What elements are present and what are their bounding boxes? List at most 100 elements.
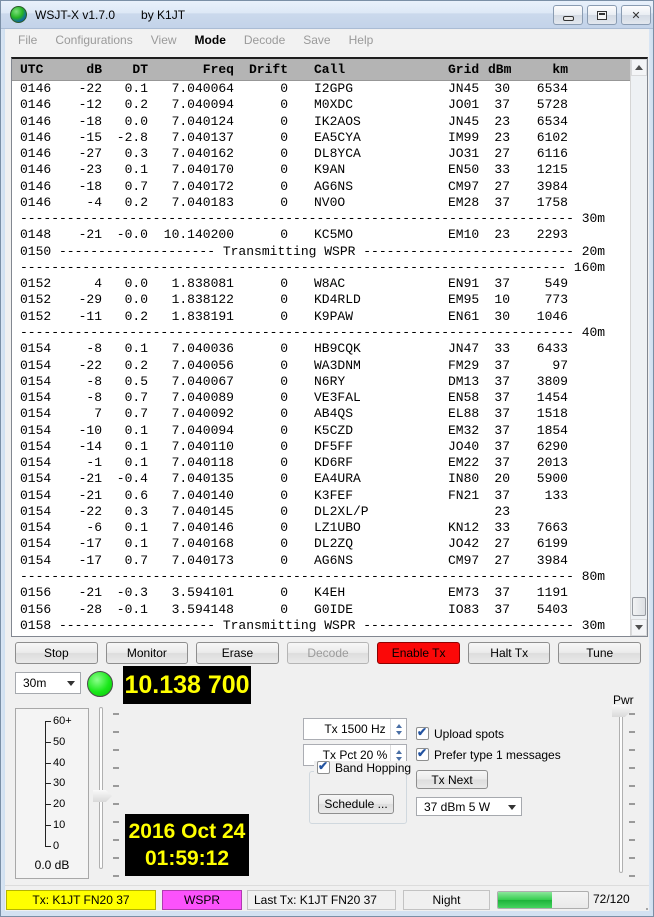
decode-row[interactable]: 0154-140.17.0401100DF5FFJO40376290: [12, 439, 647, 455]
vertical-scrollbar[interactable]: [630, 59, 647, 636]
app-icon: [10, 6, 27, 23]
decode-row[interactable]: 0146-270.37.0401620DL8YCAJO31276116: [12, 146, 647, 162]
meter-scale-label: 0: [53, 841, 59, 852]
window-title: WSJT-X v1.7.0 by K1JT: [35, 8, 185, 22]
scroll-up-button[interactable]: [631, 59, 647, 76]
band-select[interactable]: 30m: [15, 672, 81, 694]
decode-row[interactable]: 0148-21-0.010.1402000KC5MOEM10232293: [12, 227, 647, 243]
pwr-slider[interactable]: [619, 709, 623, 873]
halt-tx-button[interactable]: Halt Tx: [468, 642, 551, 664]
decode-row[interactable]: 0154-80.17.0400360HB9CQKJN47336433: [12, 341, 647, 357]
slider-tick: [629, 731, 635, 733]
menu-decode[interactable]: Decode: [235, 31, 294, 49]
slider-tick: [113, 839, 119, 841]
enable-tx-button[interactable]: Enable Tx: [377, 642, 460, 664]
separator-row[interactable]: ----------------------------------------…: [12, 325, 647, 341]
column-header-km: km: [514, 59, 578, 80]
decode-row[interactable]: 015470.77.0400920AB4QSEL88371518: [12, 406, 647, 422]
slider-tick: [629, 785, 635, 787]
arrow-up-icon: [635, 65, 643, 70]
slider-tick: [629, 839, 635, 841]
column-header-db: dB: [68, 59, 112, 80]
decode-row[interactable]: 0154-60.17.0401460LZ1UBOKN12337663: [12, 520, 647, 536]
decode-row[interactable]: 0146-230.17.0401700K9ANEN50331215: [12, 162, 647, 178]
tx-next-button[interactable]: Tx Next: [416, 770, 488, 789]
status-tx-message: Tx: K1JT FN20 37: [6, 890, 156, 910]
slider-tick: [113, 875, 119, 877]
decode-row[interactable]: 0154-10.17.0401180KD6RFEM22372013: [12, 455, 647, 471]
upload-spots-checkbox[interactable]: ✔Upload spots: [416, 727, 504, 741]
frequency-display: 10.138 700: [123, 666, 251, 704]
decode-button[interactable]: Decode: [287, 642, 370, 664]
window-border-right: [649, 29, 653, 917]
erase-button[interactable]: Erase: [196, 642, 279, 664]
separator-row[interactable]: ----------------------------------------…: [12, 211, 647, 227]
tune-button[interactable]: Tune: [558, 642, 641, 664]
separator-row[interactable]: ----------------------------------------…: [12, 569, 647, 585]
window-title-main: WSJT-X v1.7.0: [35, 8, 115, 22]
menu-view[interactable]: View: [142, 31, 186, 49]
menu-mode[interactable]: Mode: [186, 31, 235, 49]
chevron-down-icon: [67, 681, 75, 686]
menu-configurations[interactable]: Configurations: [46, 31, 141, 49]
tx-freq-spin-buttons[interactable]: [390, 719, 406, 739]
menu-save[interactable]: Save: [294, 31, 339, 49]
close-icon: ✕: [631, 9, 640, 22]
clock-display: 2016 Oct 24 01:59:12: [125, 814, 249, 876]
decode-row[interactable]: 0154-220.37.0401450DL2XL/P23: [12, 504, 647, 520]
decode-row[interactable]: 0154-220.27.0400560WA3DNMFM293797: [12, 358, 647, 374]
maximize-icon: [597, 11, 607, 20]
decode-row[interactable]: 0146-15-2.87.0401370EA5CYAIM99236102: [12, 130, 647, 146]
meter-tick: [45, 763, 51, 764]
status-last-tx: Last Tx: K1JT FN20 37: [247, 890, 396, 910]
slider-tick: [629, 857, 635, 859]
decode-row[interactable]: 0156-28-0.13.5941480G0IDEIO83375403: [12, 602, 647, 618]
decode-row[interactable]: 0146-180.07.0401240IK2AOSJN45236534: [12, 114, 647, 130]
tx-freq-spinner[interactable]: Tx 1500 Hz: [303, 718, 407, 740]
decode-row[interactable]: 0152-110.21.8381910K9PAWEN61301046: [12, 309, 647, 325]
separator-row[interactable]: ----------------------------------------…: [12, 260, 647, 276]
slider-tick: [113, 803, 119, 805]
column-header-dt: DT: [112, 59, 160, 80]
close-button[interactable]: ✕: [621, 5, 651, 25]
decode-row[interactable]: 0152-290.01.8381220KD4RLDEM9510773: [12, 292, 647, 308]
decode-row[interactable]: 0146-120.27.0400940M0XDCJO01375728: [12, 97, 647, 113]
menu-help[interactable]: Help: [340, 31, 383, 49]
separator-row[interactable]: 0150 -------------------- Transmitting W…: [12, 244, 647, 260]
separator-row[interactable]: 0158 -------------------- Transmitting W…: [12, 618, 647, 634]
band-hopping-checkbox[interactable]: ✔ Band Hopping: [314, 761, 414, 775]
maximize-button[interactable]: [587, 5, 617, 25]
decode-row[interactable]: 015240.01.8380810W8ACEN9137549: [12, 276, 647, 292]
monitor-button[interactable]: Monitor: [106, 642, 189, 664]
scrollbar-thumb[interactable]: [632, 597, 646, 616]
decode-row[interactable]: 0146-220.17.0400640I2GPGJN45306534: [12, 81, 647, 97]
prefer-type1-checkbox[interactable]: ✔Prefer type 1 messages: [416, 748, 561, 762]
decode-row[interactable]: 0154-80.77.0400890VE3FALEN58371454: [12, 390, 647, 406]
menu-file[interactable]: File: [9, 31, 46, 49]
stop-button[interactable]: Stop: [15, 642, 98, 664]
decode-row[interactable]: 0146-180.77.0401720AG6NSCM97273984: [12, 179, 647, 195]
decode-row[interactable]: 0154-80.57.0400670N6RYDM13373809: [12, 374, 647, 390]
status-mode-badge: WSPR: [162, 890, 242, 910]
decode-row[interactable]: 0154-21-0.47.0401350EA4URAIN80205900: [12, 471, 647, 487]
checkbox-checked-icon: ✔: [317, 761, 330, 774]
decode-row[interactable]: 0146-40.27.0401830NV0OEM28371758: [12, 195, 647, 211]
decode-row[interactable]: 0154-170.77.0401730AG6NSCM97273984: [12, 553, 647, 569]
status-bar: Tx: K1JT FN20 37 WSPR Last Tx: K1JT FN20…: [1, 885, 654, 913]
decode-row[interactable]: 0154-100.17.0400940K5CZDEM32371854: [12, 423, 647, 439]
meter-tick: [45, 721, 51, 722]
title-bar[interactable]: WSJT-X v1.7.0 by K1JT ✕: [1, 1, 654, 29]
tx-next-button-label: Tx Next: [431, 773, 472, 787]
meter-scale-label: 20: [53, 799, 65, 810]
slider-tick: [113, 713, 119, 715]
rx-gain-slider[interactable]: [99, 707, 103, 869]
band-hopping-label: Band Hopping: [335, 761, 411, 775]
power-select[interactable]: 37 dBm 5 W: [416, 797, 522, 816]
decode-row[interactable]: 0154-210.67.0401400K3FEFFN2137133: [12, 488, 647, 504]
schedule-button[interactable]: Schedule ...: [318, 794, 394, 814]
minimize-button[interactable]: [553, 5, 583, 25]
decode-row[interactable]: 0154-170.17.0401680DL2ZQJO42276199: [12, 536, 647, 552]
decode-row[interactable]: 0156-21-0.33.5941010K4EHEM73371191: [12, 585, 647, 601]
rx-gain-slider-thumb[interactable]: [93, 790, 112, 802]
scroll-down-button[interactable]: [631, 619, 647, 636]
